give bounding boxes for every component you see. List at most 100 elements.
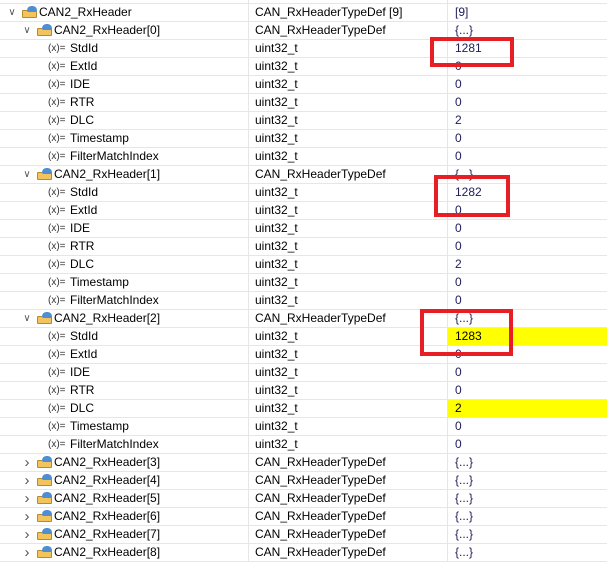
name-cell: (x)= RTR [0, 382, 247, 399]
value-cell[interactable]: 0 [447, 220, 607, 237]
chevron-right-icon[interactable]: › [22, 526, 32, 543]
value-cell[interactable]: 0 [447, 238, 607, 255]
variable-row[interactable]: (x)= IDE uint32_t 0 [0, 220, 607, 238]
struct-row[interactable]: ∨ CAN2_RxHeader[0] CAN_RxHeaderTypeDef {...… [0, 22, 607, 40]
value-cell[interactable]: 1282 [447, 184, 607, 201]
variable-row[interactable]: (x)= RTR uint32_t 0 [0, 382, 607, 400]
variable-row[interactable]: (x)= StdId uint32_t 1282 [0, 184, 607, 202]
chevron-down-icon[interactable]: ∨ [22, 22, 32, 39]
variable-row[interactable]: (x)= Timestamp uint32_t 0 [0, 418, 607, 436]
variable-row[interactable]: (x)= FilterMatchIndex uint32_t 0 [0, 148, 607, 166]
variable-name: DLC [70, 401, 95, 415]
variable-row[interactable]: (x)= StdId uint32_t 1281 [0, 40, 607, 58]
name-cell: › CAN2_RxHeader[8] [0, 544, 247, 561]
value-cell[interactable]: 0 [447, 418, 607, 435]
variable-row[interactable]: (x)= StdId uint32_t 1283 [0, 328, 607, 346]
struct-row[interactable]: › CAN2_RxHeader[4] CAN_RxHeaderTypeDef {...… [0, 472, 607, 490]
chevron-right-icon[interactable]: › [22, 508, 32, 525]
type-cell: uint32_t [248, 94, 446, 111]
variable-name: CAN2_RxHeader[4] [54, 473, 161, 487]
variable-row[interactable]: (x)= Timestamp uint32_t 0 [0, 130, 607, 148]
variable-name: Timestamp [70, 131, 129, 145]
value-cell[interactable]: 0 [447, 58, 607, 75]
variable-row[interactable]: (x)= IDE uint32_t 0 [0, 364, 607, 382]
value-cell[interactable]: {...} [447, 22, 607, 39]
value-cell[interactable]: 0 [447, 148, 607, 165]
chevron-right-icon[interactable]: › [22, 490, 32, 507]
name-cell: (x)= DLC [0, 112, 247, 129]
variable-icon: (x)= [48, 43, 66, 54]
value-cell[interactable]: 0 [447, 76, 607, 93]
value-cell[interactable]: 0 [447, 382, 607, 399]
value-cell[interactable]: 2 [447, 112, 607, 129]
variable-row[interactable]: (x)= ExtId uint32_t 0 [0, 202, 607, 220]
chevron-right-icon[interactable]: › [22, 454, 32, 471]
variable-name: Timestamp [70, 275, 129, 289]
variable-name: CAN2_RxHeader[6] [54, 509, 161, 523]
value-cell[interactable]: {...} [447, 544, 607, 561]
value-cell[interactable]: {...} [447, 166, 607, 183]
value-cell[interactable]: 0 [447, 346, 607, 363]
value-cell[interactable]: 0 [447, 364, 607, 381]
chevron-down-icon[interactable]: ∨ [22, 310, 32, 327]
value-cell[interactable]: {...} [447, 472, 607, 489]
value-cell[interactable]: 1281 [447, 40, 607, 57]
type-cell: CAN_RxHeaderTypeDef [248, 544, 446, 561]
chevron-right-icon[interactable]: › [22, 544, 32, 561]
variable-row[interactable]: (x)= Timestamp uint32_t 0 [0, 274, 607, 292]
chevron-down-icon[interactable]: ∨ [7, 4, 17, 21]
variable-name: Timestamp [70, 419, 129, 433]
value-cell[interactable]: 0 [447, 94, 607, 111]
value-cell[interactable]: {...} [447, 310, 607, 327]
struct-row[interactable]: › CAN2_RxHeader[7] CAN_RxHeaderTypeDef {...… [0, 526, 607, 544]
name-cell: (x)= Timestamp [0, 418, 247, 435]
value-cell[interactable]: 0 [447, 436, 607, 453]
variable-row[interactable]: (x)= DLC uint32_t 2 [0, 112, 607, 130]
value-cell[interactable]: 0 [447, 292, 607, 309]
value-cell[interactable]: 0 [447, 130, 607, 147]
value-cell[interactable]: {...} [447, 508, 607, 525]
variable-icon: (x)= [48, 259, 66, 270]
struct-row[interactable]: › CAN2_RxHeader[8] CAN_RxHeaderTypeDef {...… [0, 544, 607, 562]
struct-row[interactable]: › CAN2_RxHeader[6] CAN_RxHeaderTypeDef {...… [0, 508, 607, 526]
struct-icon [37, 546, 53, 558]
value-cell[interactable]: 0 [447, 274, 607, 291]
struct-row[interactable]: ∨ CAN2_RxHeader[2] CAN_RxHeaderTypeDef {...… [0, 310, 607, 328]
value-cell[interactable]: 0 [447, 202, 607, 219]
variable-icon: (x)= [48, 277, 66, 288]
variable-row[interactable]: (x)= ExtId uint32_t 0 [0, 58, 607, 76]
value-cell[interactable]: 2 [447, 256, 607, 273]
value-cell[interactable]: {...} [447, 490, 607, 507]
variable-row[interactable]: (x)= DLC uint32_t 2 [0, 256, 607, 274]
value-cell[interactable]: 2 [447, 400, 607, 417]
chevron-right-icon[interactable]: › [22, 472, 32, 489]
variable-row[interactable]: (x)= RTR uint32_t 0 [0, 94, 607, 112]
type-cell: CAN_RxHeaderTypeDef [248, 454, 446, 471]
variable-row[interactable]: (x)= FilterMatchIndex uint32_t 0 [0, 292, 607, 310]
name-cell: (x)= ExtId [0, 58, 247, 75]
variable-name: RTR [70, 95, 95, 109]
chevron-down-icon[interactable]: ∨ [22, 166, 32, 183]
value-cell[interactable]: 1283 [447, 328, 607, 345]
struct-row[interactable]: ∨ CAN2_RxHeader CAN_RxHeaderTypeDef [9] [9] [0, 4, 607, 22]
variable-name: ExtId [70, 203, 98, 217]
variable-row[interactable]: (x)= DLC uint32_t 2 [0, 400, 607, 418]
value-cell[interactable]: [9] [447, 4, 607, 21]
name-cell: (x)= DLC [0, 256, 247, 273]
name-cell: › CAN2_RxHeader[3] [0, 454, 247, 471]
value-cell[interactable]: {...} [447, 454, 607, 471]
struct-icon [22, 6, 38, 18]
variable-row[interactable]: (x)= IDE uint32_t 0 [0, 76, 607, 94]
variable-row[interactable]: (x)= FilterMatchIndex uint32_t 0 [0, 436, 607, 454]
value-cell[interactable]: {...} [447, 526, 607, 543]
struct-row[interactable]: ∨ CAN2_RxHeader[1] CAN_RxHeaderTypeDef {...… [0, 166, 607, 184]
variable-name: FilterMatchIndex [70, 437, 159, 451]
struct-row[interactable]: › CAN2_RxHeader[5] CAN_RxHeaderTypeDef {...… [0, 490, 607, 508]
type-cell: CAN_RxHeaderTypeDef [248, 310, 446, 327]
variable-row[interactable]: (x)= ExtId uint32_t 0 [0, 346, 607, 364]
struct-row[interactable]: › CAN2_RxHeader[3] CAN_RxHeaderTypeDef {...… [0, 454, 607, 472]
variable-icon: (x)= [48, 367, 66, 378]
variable-name: DLC [70, 113, 95, 127]
variable-icon: (x)= [48, 349, 66, 360]
variable-row[interactable]: (x)= RTR uint32_t 0 [0, 238, 607, 256]
